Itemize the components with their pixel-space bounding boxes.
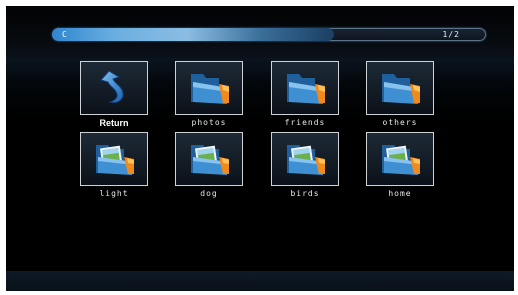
folder-tile-frame[interactable] (271, 61, 339, 115)
photo-folder-icon (382, 145, 420, 175)
folder-tile-frame[interactable] (271, 132, 339, 186)
photo-folder-icon (287, 145, 325, 175)
folder-tile-frame[interactable] (175, 132, 243, 186)
folder-tile-frame[interactable] (366, 132, 434, 186)
folder-tile-frame[interactable] (80, 132, 148, 186)
file-grid: Return photos friends others light dog b… (6, 58, 514, 271)
tile-label: birds (290, 189, 320, 198)
return-tile[interactable]: Return (80, 61, 148, 128)
tile-label: Return (99, 118, 129, 128)
folder-tile-dog[interactable]: dog (175, 132, 243, 198)
tile-label: home (388, 189, 412, 198)
photo-folder-icon (96, 145, 134, 175)
path-bar: C 1/2 (52, 28, 486, 41)
folder-icon (191, 74, 229, 104)
media-browser-screen: C 1/2 Return photos friends others light… (6, 6, 514, 291)
folder-icon (287, 74, 325, 104)
tile-label: dog (200, 189, 218, 198)
folder-tile-frame[interactable] (366, 61, 434, 115)
folder-tile-others[interactable]: others (366, 61, 434, 127)
tile-label: friends (284, 118, 326, 127)
tile-label: light (99, 189, 129, 198)
path-progress-fill (52, 28, 335, 41)
header-band: C 1/2 (6, 6, 514, 58)
folder-tile-light[interactable]: light (80, 132, 148, 198)
folder-tile-frame[interactable] (175, 61, 243, 115)
page-indicator: 1/2 (442, 30, 460, 39)
folder-tile-home[interactable]: home (366, 132, 434, 198)
folder-tile-photos[interactable]: photos (175, 61, 243, 127)
tile-label: others (382, 118, 418, 127)
current-path: C (62, 30, 67, 39)
folder-tile-friends[interactable]: friends (271, 61, 339, 127)
tile-label: photos (191, 118, 227, 127)
photo-folder-icon (191, 145, 229, 175)
return-tile-frame[interactable] (80, 61, 148, 115)
footer-band (6, 271, 514, 291)
folder-icon (382, 74, 420, 104)
folder-tile-birds[interactable]: birds (271, 132, 339, 198)
return-arrow-icon (100, 70, 124, 103)
